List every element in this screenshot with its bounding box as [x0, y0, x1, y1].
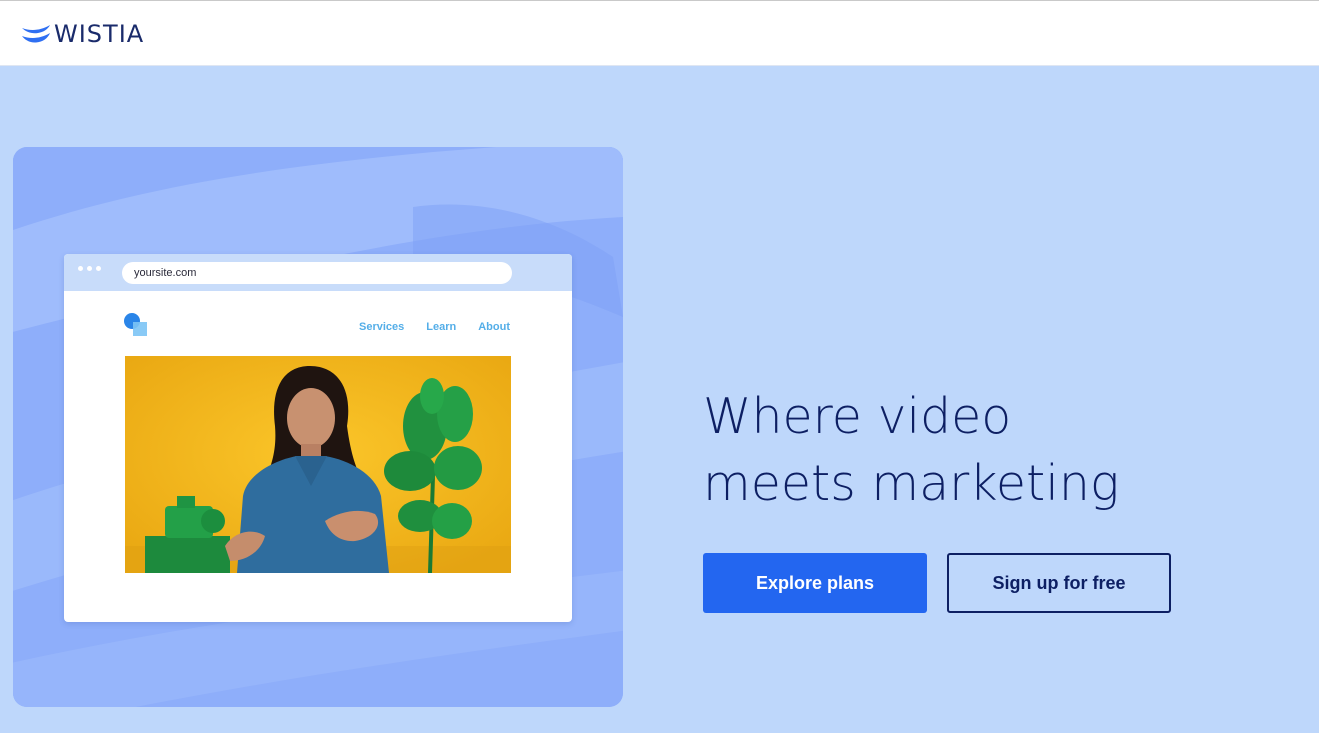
- logo-text: WISTIA: [54, 20, 145, 48]
- headline-line-1: Where video: [703, 388, 1012, 445]
- mock-site-nav: Services Learn About: [359, 321, 510, 333]
- window-dots-icon: [78, 266, 101, 271]
- sign-up-button[interactable]: Sign up for free: [947, 553, 1171, 613]
- video-thumbnail[interactable]: [125, 356, 511, 573]
- nav-learn[interactable]: Learn: [426, 321, 456, 333]
- hero-media-card: Services Learn About: [13, 147, 623, 707]
- site-logo-icon: [124, 313, 147, 336]
- mock-browser-window: Services Learn About: [64, 254, 572, 622]
- explore-plans-button[interactable]: Explore plans: [703, 553, 927, 613]
- nav-about[interactable]: About: [478, 321, 510, 333]
- hero-section: Services Learn About: [0, 66, 1319, 733]
- browser-toolbar: [64, 254, 572, 291]
- wistia-logo-icon: [22, 25, 50, 43]
- hero-headline: Where video meets marketing: [703, 383, 1263, 517]
- site-header: WISTIA: [0, 1, 1319, 66]
- url-field[interactable]: [122, 262, 512, 284]
- wistia-logo[interactable]: WISTIA: [22, 20, 145, 48]
- video-scene-illustration: [125, 356, 511, 573]
- nav-services[interactable]: Services: [359, 321, 404, 333]
- headline-line-2: meets marketing: [703, 455, 1120, 512]
